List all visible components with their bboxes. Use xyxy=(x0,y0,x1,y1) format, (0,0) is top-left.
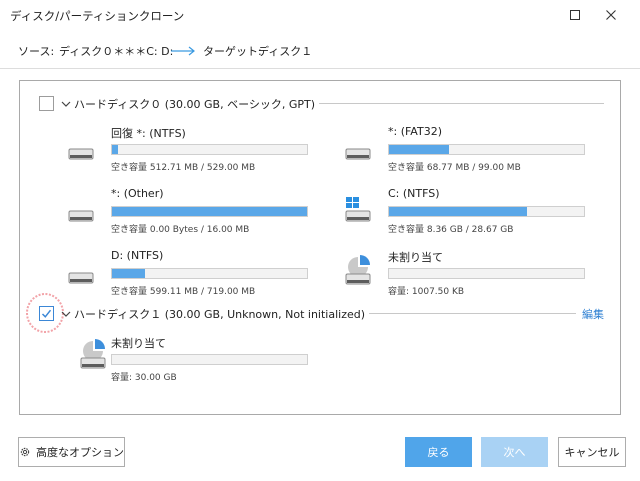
partition-item[interactable]: *: (Other) 空き容量 0.00 Bytes / 16.00 MB xyxy=(68,185,308,235)
usage-bar-fill xyxy=(112,145,118,154)
cancel-label: キャンセル xyxy=(564,446,620,459)
partition-name: *: (FAT32) xyxy=(388,125,442,138)
back-label: 戻る xyxy=(427,446,450,459)
chevron-down-icon[interactable] xyxy=(61,309,71,319)
usage-bar-fill xyxy=(389,145,450,154)
advanced-options-button[interactable]: 高度なオプション xyxy=(18,437,125,467)
disk-1-title: ハードディスク１ (30.00 GB, Unknown, Not initial… xyxy=(74,306,370,322)
partition-item[interactable]: C: (NTFS) 空き容量 8.36 GB / 28.67 GB xyxy=(345,185,585,235)
usage-bar xyxy=(111,144,308,155)
unallocated-drive-icon xyxy=(345,255,371,285)
cancel-button[interactable]: キャンセル xyxy=(558,437,626,467)
windows-drive-icon xyxy=(345,197,371,222)
partition-capacity: 空き容量 8.36 GB / 28.67 GB xyxy=(388,225,514,235)
usage-bar-fill xyxy=(389,207,528,216)
partition-item[interactable]: *: (FAT32) 空き容量 68.77 MB / 99.00 MB xyxy=(345,123,585,173)
advanced-options-label: 高度なオプション xyxy=(36,446,124,459)
next-label: 次へ xyxy=(503,446,526,459)
partition-name: *: (Other) xyxy=(111,187,164,200)
usage-bar xyxy=(111,354,308,365)
partition-item[interactable]: 未割り当て 容量: 1007.50 KB xyxy=(345,247,585,297)
disk-0-title: ハードディスク０ (30.00 GB, ベーシック, GPT) xyxy=(74,96,320,112)
partition-capacity: 空き容量 0.00 Bytes / 16.00 MB xyxy=(111,225,250,235)
highlight-circle xyxy=(26,293,64,333)
partition-name: C: (NTFS) xyxy=(388,187,440,200)
partition-name: 回復 *: (NTFS) xyxy=(111,127,186,140)
source-value: ディスク０＊＊＊C: D: xyxy=(59,45,174,58)
close-icon xyxy=(606,10,616,20)
window-title: ディスク/パーティションクローン xyxy=(10,9,185,23)
partition-item[interactable]: D: (NTFS) 空き容量 599.11 MB / 719.00 MB xyxy=(68,247,308,297)
unallocated-drive-icon xyxy=(80,339,106,369)
clone-route: ソース: ディスク０＊＊＊C: D: ターゲット: ディスク１ xyxy=(0,31,640,69)
next-button[interactable]: 次へ xyxy=(481,437,548,467)
disk-1-header: ハードディスク１ (30.00 GB, Unknown, Not initial… xyxy=(20,293,620,333)
partition-capacity: 容量: 30.00 GB xyxy=(111,373,177,383)
partition-capacity: 空き容量 68.77 MB / 99.00 MB xyxy=(388,163,521,173)
usage-bar xyxy=(111,206,308,217)
disk-list-panel: ハードディスク０ (30.00 GB, ベーシック, GPT) 回復 *: (N… xyxy=(19,80,621,415)
partition-item[interactable]: 未割り当て 容量: 30.00 GB xyxy=(68,335,308,385)
target-value: ディスク１ xyxy=(258,45,313,58)
title-bar: ディスク/パーティションクローン xyxy=(0,0,640,30)
partition-capacity: 空き容量 512.71 MB / 529.00 MB xyxy=(111,163,256,173)
arrow-right-icon xyxy=(171,46,195,56)
usage-bar xyxy=(388,206,585,217)
partition-name: D: (NTFS) xyxy=(111,249,164,262)
close-button[interactable] xyxy=(588,0,634,30)
source-label: ソース: xyxy=(18,45,55,58)
drive-icon xyxy=(68,140,94,164)
disk-0-checkbox[interactable] xyxy=(39,96,54,111)
drive-icon xyxy=(68,202,94,226)
usage-bar-fill xyxy=(112,269,146,278)
target-label: ターゲット: xyxy=(203,45,262,58)
usage-bar-fill xyxy=(112,207,307,216)
drive-icon xyxy=(345,140,371,164)
back-button[interactable]: 戻る xyxy=(405,437,472,467)
gear-icon xyxy=(20,447,30,457)
usage-bar xyxy=(388,268,585,279)
maximize-icon xyxy=(570,10,580,20)
partition-name: 未割り当て xyxy=(388,251,443,264)
disk-0-header: ハードディスク０ (30.00 GB, ベーシック, GPT) xyxy=(20,95,620,113)
partition-item[interactable]: 回復 *: (NTFS) 空き容量 512.71 MB / 529.00 MB xyxy=(68,123,308,173)
edit-link[interactable]: 編集 xyxy=(582,306,604,322)
partition-capacity: 空き容量 599.11 MB / 719.00 MB xyxy=(111,287,256,297)
chevron-down-icon[interactable] xyxy=(61,99,71,109)
partition-capacity: 容量: 1007.50 KB xyxy=(388,287,465,297)
usage-bar xyxy=(111,268,308,279)
usage-bar xyxy=(388,144,585,155)
drive-icon xyxy=(68,264,94,288)
partition-name: 未割り当て xyxy=(111,337,166,350)
